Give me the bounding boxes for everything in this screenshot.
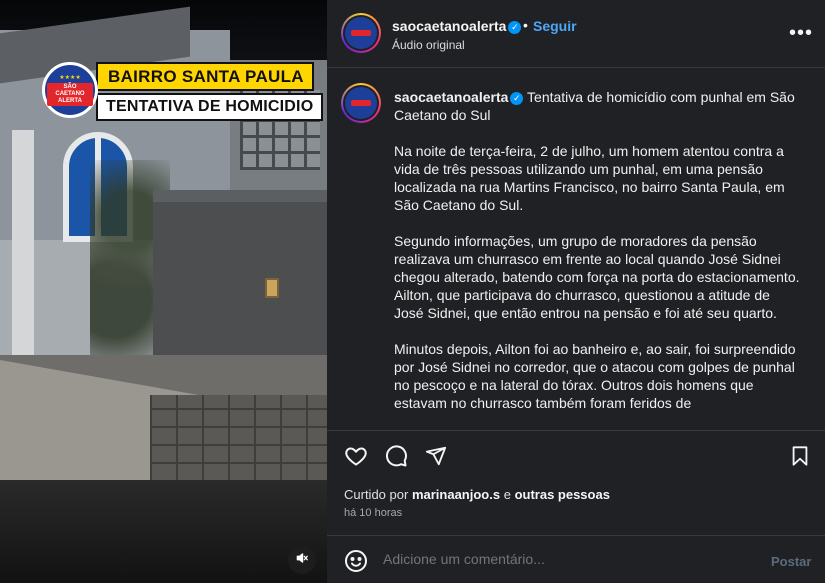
verified-icon: ✓ (508, 21, 522, 34)
post-timestamp[interactable]: há 10 horas (344, 507, 402, 519)
media-sign-plate (265, 278, 279, 298)
bookmark-icon (789, 445, 811, 472)
more-options-icon[interactable]: ••• (789, 22, 813, 45)
save-button[interactable] (787, 445, 813, 471)
media-road (0, 480, 327, 583)
likes-connector: e (503, 487, 511, 502)
verified-icon: ✓ (510, 91, 524, 105)
caption-username[interactable]: saocaetanoalerta (394, 89, 508, 105)
comment-button[interactable] (383, 444, 409, 473)
headline-top: BAIRRO SANTA PAULA (96, 62, 314, 91)
likes-summary: Curtido por marinaanjoo.s e outras pesso… (344, 487, 610, 502)
emoji-icon[interactable] (344, 549, 368, 573)
liked-by-user[interactable]: marinaanjoo.s (412, 487, 500, 502)
heart-icon (344, 444, 368, 473)
header-username[interactable]: saocaetanoalerta ✓ (392, 18, 522, 34)
caption-paragraph: Segundo informações, um grupo de morador… (394, 233, 800, 321)
media-pillar (12, 130, 34, 390)
share-button[interactable] (423, 445, 449, 471)
mute-button[interactable] (288, 546, 316, 574)
caption-paragraph: Minutos depois, Ailton foi ao banheiro e… (394, 341, 796, 411)
follow-button[interactable]: Seguir (533, 18, 577, 34)
avatar[interactable] (341, 13, 381, 53)
post-media[interactable]: ★★★★ SÃO CAETANO ALERTA BAIRRO SANTA PAU… (0, 0, 327, 583)
comment-icon (384, 444, 408, 473)
likes-prefix: Curtido por (344, 487, 409, 502)
speaker-muted-icon (295, 551, 309, 570)
comment-input[interactable] (383, 551, 743, 567)
header-username-text[interactable]: saocaetanoalerta (392, 18, 506, 34)
likes-others[interactable]: outras pessoas (515, 487, 610, 502)
original-audio-link[interactable]: Áudio original (392, 38, 465, 52)
post-header: saocaetanoalerta ✓ • Seguir Áudio origina… (327, 0, 825, 68)
caption-avatar[interactable] (341, 83, 381, 123)
caption-paragraph: Na noite de terça-feira, 2 de julho, um … (394, 143, 785, 213)
share-icon (425, 445, 447, 472)
video-headline: BAIRRO SANTA PAULA TENTATIVA DE HOMICIDI… (96, 62, 324, 121)
caption-text: saocaetanoalerta ✓ Tentativa de homicídio… (394, 88, 802, 429)
post-panel: saocaetanoalerta ✓ • Seguir Áudio origina… (327, 0, 825, 583)
brand-logo-text: SÃO CAETANO ALERTA (47, 82, 93, 106)
action-bar (327, 430, 825, 482)
caption-area: saocaetanoalerta ✓ Tentativa de homicídio… (327, 69, 825, 429)
comment-bar: Postar (327, 535, 825, 583)
headline-bottom: TENTATIVA DE HOMICIDIO (96, 93, 324, 121)
star-icon: ★★★★ (59, 74, 81, 81)
brand-logo: ★★★★ SÃO CAETANO ALERTA (42, 62, 98, 118)
post-button[interactable]: Postar (771, 554, 811, 569)
header-separator: • (523, 17, 528, 33)
like-button[interactable] (343, 445, 369, 471)
